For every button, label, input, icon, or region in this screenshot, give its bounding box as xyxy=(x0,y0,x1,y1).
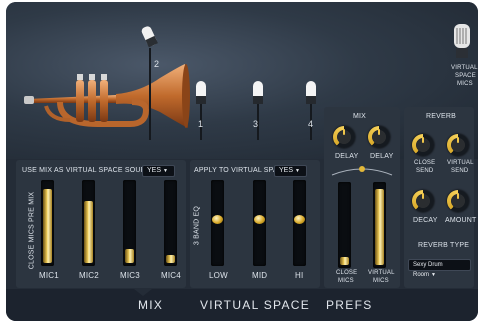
virtual-send-label-2: SEND xyxy=(451,168,469,174)
virtual-space-mics-label-2: SPACE xyxy=(455,73,476,79)
eq-mid-label: MID xyxy=(252,271,268,280)
mic4-fader-fill xyxy=(166,255,175,263)
plugin-panel: 2 1 3 4 VIRTUAL SPACE MICS USE MIX AS VI… xyxy=(6,2,478,321)
mic3-fader[interactable] xyxy=(123,180,136,266)
decay-label: DECAY xyxy=(413,217,438,224)
reverb-type-label: REVERB TYPE xyxy=(418,242,470,249)
reverb-type-select[interactable]: Sexy Drum Room ▼ xyxy=(408,259,471,278)
mix-source-select[interactable]: YES ▼ xyxy=(142,165,175,177)
mic4-fader[interactable] xyxy=(164,180,177,266)
virtual-mics-mix-fill xyxy=(375,189,384,265)
mic-4-image[interactable] xyxy=(304,80,318,140)
virtual-mics-fader-label-1: VIRTUAL xyxy=(368,270,395,276)
mic3-fader-fill xyxy=(125,249,134,263)
mic-2-image[interactable] xyxy=(136,24,166,140)
eq-hi-fader[interactable] xyxy=(293,180,306,266)
mic3-fader-label: MIC3 xyxy=(120,271,140,280)
virtual-mics-delay-label: DELAY xyxy=(370,153,394,160)
virtual-mics-delay-knob[interactable] xyxy=(368,126,390,148)
mic-1-label: 1 xyxy=(198,119,204,129)
active-tab-indicator xyxy=(134,289,152,296)
virtual-send-knob[interactable] xyxy=(447,134,469,156)
app-window: 2 1 3 4 VIRTUAL SPACE MICS USE MIX AS VI… xyxy=(0,0,482,323)
close-mics-mix-fader[interactable] xyxy=(338,182,351,268)
reverb-panel-title: REVERB xyxy=(426,113,456,120)
close-mics-delay-knob[interactable] xyxy=(333,126,355,148)
chevron-down-icon: ▼ xyxy=(431,272,436,278)
eq-hi-knob[interactable] xyxy=(294,215,305,224)
chevron-down-icon: ▼ xyxy=(163,168,168,174)
eq-low-fader[interactable] xyxy=(211,180,224,266)
mic-1-image[interactable] xyxy=(194,80,208,140)
mic1-fader-fill xyxy=(43,189,52,263)
mic1-fader-label: MIC1 xyxy=(39,271,59,280)
close-mics-fader-label-2: MICS xyxy=(338,278,354,284)
close-mics-mix-fill xyxy=(340,257,349,265)
mix-source-value: YES xyxy=(147,167,162,174)
eq-mid-fader[interactable] xyxy=(253,180,266,266)
chevron-down-icon: ▼ xyxy=(295,168,300,174)
mic4-fader-label: MIC4 xyxy=(161,271,181,280)
virtual-space-mics-icon[interactable] xyxy=(451,22,473,60)
mix-panel-title: MIX xyxy=(353,113,367,120)
mic2-fader-fill xyxy=(84,201,93,263)
close-send-label-1: CLOSE xyxy=(414,160,436,166)
mic2-fader[interactable] xyxy=(82,180,95,266)
virtual-mics-mix-fader[interactable] xyxy=(373,182,386,268)
mic-4-label: 4 xyxy=(308,119,314,129)
amount-label: AMOUNT xyxy=(445,217,477,224)
apply-virtual-space-value: YES xyxy=(279,167,294,174)
close-mics-delay-label: DELAY xyxy=(335,153,359,160)
close-mics-section-label: CLOSE MICS PRE MIX xyxy=(28,191,36,270)
virtual-send-label-1: VIRTUAL xyxy=(447,160,474,166)
mic2-fader-label: MIC2 xyxy=(79,271,99,280)
virtual-mics-fader-label-2: MICS xyxy=(373,278,389,284)
apply-virtual-space-select[interactable]: YES ▼ xyxy=(274,165,307,177)
decay-knob[interactable] xyxy=(412,190,434,212)
eq-section-label: 3 BAND EQ xyxy=(193,205,201,246)
eq-hi-label: HI xyxy=(295,271,304,280)
mix-source-label: USE MIX AS VIRTUAL SPACE SOURCE xyxy=(22,167,157,174)
tab-prefs[interactable]: PREFS xyxy=(326,299,373,311)
eq-mid-knob[interactable] xyxy=(254,215,265,224)
amount-knob[interactable] xyxy=(447,190,469,212)
crossfade-curve-icon xyxy=(331,166,393,176)
virtual-space-mics-label-1: VIRTUAL xyxy=(451,65,478,71)
eq-low-knob[interactable] xyxy=(212,215,223,224)
tab-mix[interactable]: MIX xyxy=(138,299,163,311)
tab-virtual-space[interactable]: VIRTUAL SPACE xyxy=(200,299,310,311)
eq-low-label: LOW xyxy=(209,271,228,280)
mic-2-label: 2 xyxy=(154,59,160,69)
close-mics-fader-label-1: CLOSE xyxy=(336,270,358,276)
close-send-knob[interactable] xyxy=(412,134,434,156)
mic-3-label: 3 xyxy=(253,119,259,129)
mic1-fader[interactable] xyxy=(41,180,54,266)
mic-3-image[interactable] xyxy=(251,80,265,140)
virtual-space-mics-label-3: MICS xyxy=(457,81,473,87)
close-send-label-2: SEND xyxy=(416,168,434,174)
